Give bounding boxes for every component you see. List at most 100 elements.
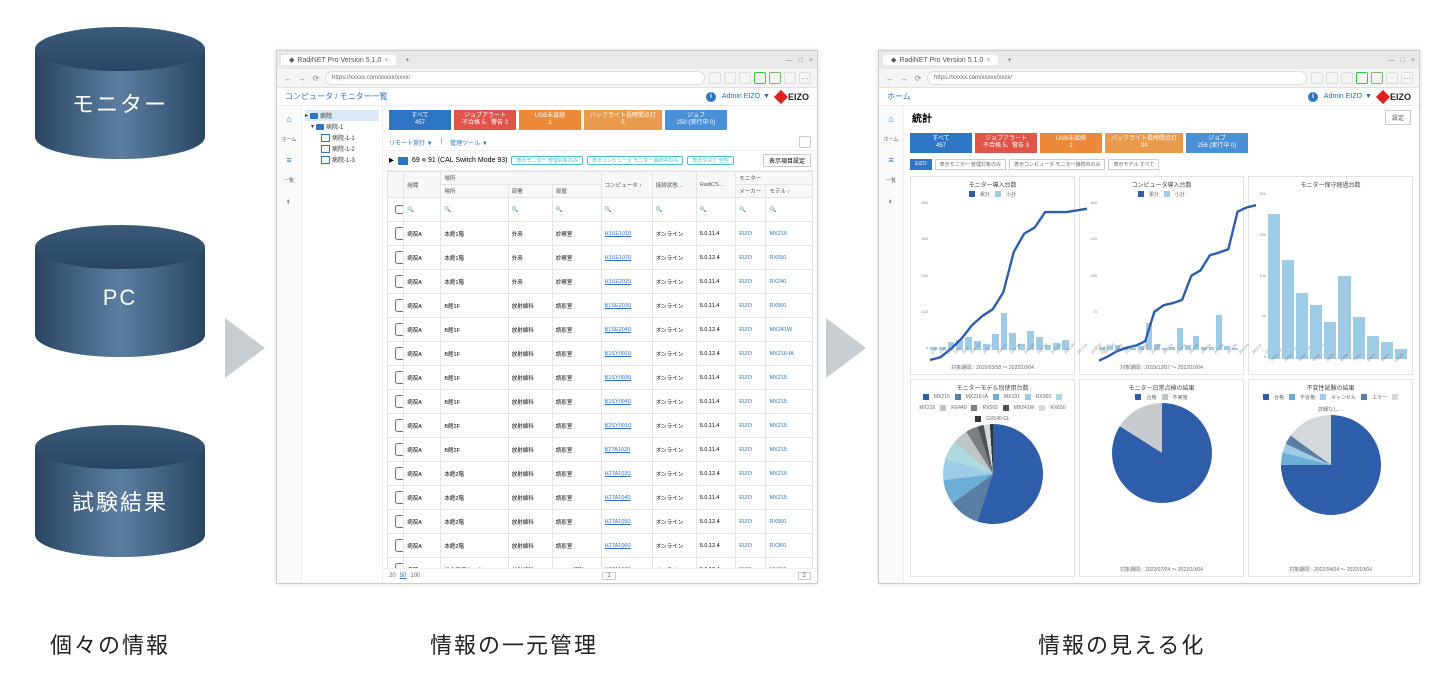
view-pill[interactable]: 表示モニター 管理対象のみ (511, 156, 582, 165)
table-row[interactable]: 病院AB館1F放射線科読影室 B1SY0020 オンライン5.0.12.4 EI… (388, 342, 813, 366)
row-checkbox[interactable] (395, 467, 404, 480)
window-close-icon[interactable]: × (809, 57, 813, 64)
col-checkbox[interactable] (388, 172, 404, 198)
page-current[interactable]: 1 (602, 572, 615, 580)
col-dept[interactable]: 部署 (508, 185, 552, 198)
model-link[interactable]: MX215 (769, 447, 786, 453)
row-checkbox[interactable] (395, 539, 404, 552)
filter-job[interactable]: ジョブ256 (実行中 0) (1186, 133, 1248, 153)
addr-ext-5-icon[interactable] (769, 72, 781, 84)
pagesize-20[interactable]: 20 (389, 573, 396, 579)
sub-pill[interactable]: 表示モニター 管理対象のみ (935, 159, 1006, 170)
table-row[interactable]: 病院A本館2階放射線科読影室 H2TA1040 オンライン5.0.11.4 EI… (388, 486, 813, 510)
addr-ext-5-icon[interactable] (1371, 72, 1383, 84)
computer-link[interactable]: B1SE2040 (605, 327, 631, 333)
maker-link[interactable]: EIZO (739, 279, 752, 285)
new-tab-button[interactable]: + (402, 57, 412, 64)
new-tab-button[interactable]: + (1004, 57, 1014, 64)
computer-link[interactable]: H1SE1070 (605, 255, 632, 261)
addr-ext-1-icon[interactable] (1311, 72, 1323, 84)
computer-link[interactable]: B2SY0010 (605, 423, 631, 429)
col-place2[interactable]: 場所 (441, 185, 508, 198)
browser-tab[interactable]: ◆ RadiNET Pro Version 5.1.0 × (883, 55, 998, 65)
tree-leaf[interactable]: 病院-1-1 (321, 132, 379, 143)
filter-job[interactable]: ジョブ250 (実行中 0) (665, 110, 727, 130)
settings-button[interactable]: 設定 (1385, 110, 1411, 125)
admin-tool-link[interactable]: 管理ツール ▼ (450, 138, 488, 147)
computer-link[interactable]: H2TA1030 (605, 471, 631, 477)
table-row[interactable]: 病院AB館2F放射線科読影室 B2TA1020 オンライン5.0.11.4 EI… (388, 438, 813, 462)
filter-alert[interactable]: ジョブアラート不合格 5、警告 3 (975, 133, 1037, 153)
computer-link[interactable]: B1SY0030 (605, 375, 631, 381)
breadcrumb[interactable]: ホーム (887, 91, 911, 102)
computer-link[interactable]: H2TA1050 (605, 519, 631, 525)
col-room[interactable]: 部屋 (552, 185, 601, 198)
model-link[interactable]: MX215 (769, 375, 786, 381)
tab-close-icon[interactable]: × (986, 57, 990, 64)
tree-node[interactable]: ▾ 病院-1 (311, 121, 379, 132)
tab-close-icon[interactable]: × (384, 57, 388, 64)
computer-link[interactable]: B1SY0020 (605, 351, 631, 357)
computer-link[interactable]: H1SE2020 (605, 279, 632, 285)
maker-link[interactable]: EIZO (739, 351, 752, 357)
info-icon[interactable]: i (706, 92, 716, 102)
maker-link[interactable]: EIZO (739, 303, 752, 309)
addr-ext-2-icon[interactable] (1326, 72, 1338, 84)
model-link[interactable]: MX216 (769, 471, 786, 477)
page-total[interactable]: 2 (798, 572, 811, 580)
filter-all[interactable]: すべて457 (389, 110, 451, 130)
url-input[interactable]: https://xxxxx.com/xxxxx/xxxx/ (325, 71, 705, 85)
sidebar-alert-icon[interactable]: ◐ (282, 194, 296, 208)
table-row[interactable]: 病院AB館2F放射線科読影室 B2SY0010 オンライン5.0.11.4 EI… (388, 414, 813, 438)
model-link[interactable]: MX241W (769, 327, 792, 333)
model-link[interactable]: RX650 (769, 255, 786, 261)
maker-link[interactable]: EIZO (739, 423, 752, 429)
sidebar-home-icon[interactable]: ⌂ (282, 112, 296, 126)
sidebar-list-icon[interactable]: ≡ (282, 153, 296, 167)
table-row[interactable]: 病院A本館1階外来診察室 H1SE1010 オンライン5.0.11.4 EIZO… (388, 222, 813, 246)
col-place-group[interactable]: 場所 (441, 172, 601, 185)
maker-link[interactable]: EIZO (739, 447, 752, 453)
view-pill[interactable]: 表示タスク 全件 (687, 156, 733, 165)
sub-pill[interactable]: 表示モデル すべて (1108, 159, 1159, 170)
computer-link[interactable]: H1SE1010 (605, 231, 632, 237)
maker-link[interactable]: EIZO (739, 327, 752, 333)
nav-back-icon[interactable]: ← (885, 73, 895, 83)
row-checkbox[interactable] (395, 371, 404, 384)
maker-link[interactable]: EIZO (739, 543, 752, 549)
col-model[interactable]: モデル ↑ (766, 185, 813, 198)
nav-reload-icon[interactable]: ⟳ (311, 73, 321, 83)
computer-link[interactable]: H2TA1060 (605, 543, 631, 549)
table-row[interactable]: 病院AB館1F放射線科読影室 B1SE2040 オンライン5.0.12.4 EI… (388, 318, 813, 342)
filter-usb[interactable]: USB未接続1 (1040, 133, 1102, 153)
sidebar-list-icon[interactable]: ≡ (884, 153, 898, 167)
maker-link[interactable]: EIZO (739, 399, 752, 405)
model-link[interactable]: MX216-IA (769, 351, 793, 357)
tree-root[interactable]: ▸ 病院 (305, 110, 379, 121)
table-row[interactable]: 病院AB館1F放射線科読影室 B1SY0040 オンライン5.0.11.4 EI… (388, 390, 813, 414)
computer-link[interactable]: B1SE2030 (605, 303, 631, 309)
addr-ext-3-icon[interactable] (1341, 72, 1353, 84)
remote-tool-link[interactable]: リモート実行 ▼ (389, 138, 433, 147)
filter-icon[interactable] (799, 136, 811, 148)
window-close-icon[interactable]: × (1411, 57, 1415, 64)
sidebar-home-icon[interactable]: ⌂ (884, 112, 898, 126)
display-settings-button[interactable]: 表示項目設定 (763, 154, 811, 167)
breadcrumb[interactable]: コンピュータ / モニター一覧 (285, 91, 388, 102)
window-minimize-icon[interactable]: — (1388, 57, 1395, 64)
maker-link[interactable]: EIZO (739, 231, 752, 237)
view-pill[interactable]: 表示コンピュータ モニター接続中のみ (587, 156, 683, 165)
model-link[interactable]: MX215 (769, 423, 786, 429)
model-link[interactable]: RX360 (769, 543, 786, 549)
row-checkbox[interactable] (395, 443, 404, 456)
browser-tab[interactable]: ◆ RadiNET Pro Version 5.1.0 × (281, 55, 396, 65)
user-badge[interactable]: Admin EIZO ▼ (722, 93, 770, 100)
computer-link[interactable]: H2TA1040 (605, 495, 631, 501)
pagesize-50[interactable]: 50 (400, 573, 407, 579)
addr-ext-4-icon[interactable] (1356, 72, 1368, 84)
nav-back-icon[interactable]: ← (283, 73, 293, 83)
row-checkbox[interactable] (395, 395, 404, 408)
table-row[interactable]: 病院AB館1F放射線科読影室 B1SY0030 オンライン5.0.11.4 EI… (388, 366, 813, 390)
row-checkbox[interactable] (395, 419, 404, 432)
maker-link[interactable]: EIZO (739, 375, 752, 381)
